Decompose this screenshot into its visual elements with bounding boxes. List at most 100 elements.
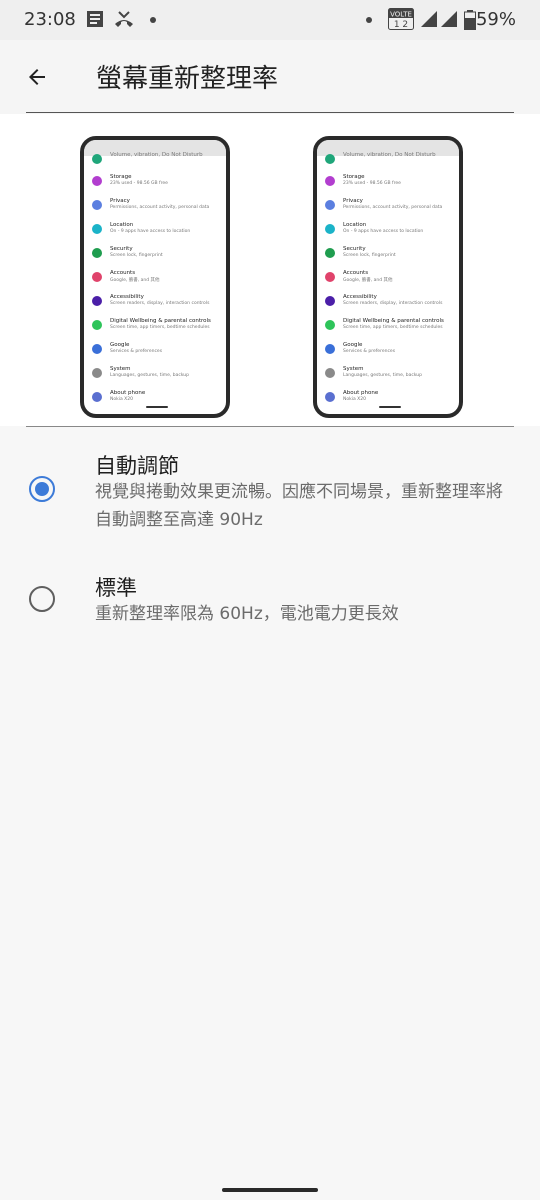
phone-settings-row: Security Screen lock, fingerprint (325, 246, 459, 266)
phone-settings-row: About phone Nokia X20 (325, 390, 459, 410)
settings-row-title: Privacy (343, 198, 363, 204)
settings-row-subtitle: Screen readers, display, interaction con… (110, 301, 210, 306)
settings-category-icon (325, 368, 335, 378)
volte-icon: VOLTE 1 2 (388, 8, 414, 34)
news-icon (86, 10, 104, 32)
dot-icon (366, 17, 372, 23)
phone-settings-row: Privacy Permissions, account activity, pe… (325, 198, 459, 218)
settings-row-title: System (110, 366, 131, 372)
settings-category-icon (325, 176, 335, 186)
settings-row-subtitle: Screen readers, display, interaction con… (343, 301, 443, 306)
phone-settings-row: Location On - 9 apps have access to locat… (92, 222, 226, 242)
settings-row-title: Location (110, 222, 134, 228)
settings-row-subtitle: Languages, gestures, time, backup (343, 373, 423, 378)
settings-row-title: Security (343, 246, 366, 252)
status-bar: 23:08 VOLTE 1 2 59% (0, 0, 540, 40)
radio-button-auto[interactable] (29, 476, 55, 502)
phone-settings-row: Storage 23% used - 98.56 GB free (92, 174, 226, 194)
settings-row-subtitle: 23% used - 98.56 GB free (343, 181, 401, 186)
settings-row-subtitle: Services & preferences (343, 349, 396, 354)
option-title: 標準 (95, 576, 137, 600)
settings-row-title: Volume, vibration, Do Not Disturb (343, 152, 436, 158)
phone-settings-row: Location On - 9 apps have access to locat… (325, 222, 459, 242)
settings-row-title: About phone (110, 390, 146, 396)
settings-row-subtitle: Screen lock, fingerprint (343, 253, 396, 258)
signal-icon (420, 10, 438, 32)
settings-row-title: Accounts (110, 270, 136, 276)
phone-settings-row: Security Screen lock, fingerprint (92, 246, 226, 266)
settings-category-icon (325, 320, 335, 330)
status-time: 23:08 (24, 9, 76, 30)
battery-icon (464, 10, 476, 34)
refresh-rate-preview: Volume, vibration, Do Not Disturb Storage… (0, 114, 540, 426)
settings-row-subtitle: Nokia X20 (110, 397, 133, 402)
phone-settings-row: Google Services & preferences (92, 342, 226, 362)
divider (26, 426, 514, 427)
settings-category-icon (325, 248, 335, 258)
option-description: 重新整理率限為 60Hz，電池電力更長效 (95, 604, 399, 624)
settings-row-title: System (343, 366, 364, 372)
settings-row-subtitle: Screen lock, fingerprint (110, 253, 163, 258)
settings-category-icon (325, 392, 335, 402)
arrow-back-icon (29, 69, 45, 85)
settings-category-icon (92, 176, 102, 186)
settings-row-subtitle: 23% used - 98.56 GB free (110, 181, 168, 186)
settings-category-icon (92, 368, 102, 378)
settings-row-subtitle: Permissions, account activity, personal … (110, 205, 210, 210)
radio-button-standard[interactable] (29, 586, 55, 612)
phone-settings-row: Accounts Google, 臉書, and 其他 (325, 270, 459, 290)
phone-settings-row: Google Services & preferences (325, 342, 459, 362)
option-title: 自動調節 (95, 454, 179, 478)
phone-settings-row: Digital Wellbeing & parental controls Scr… (92, 318, 226, 338)
settings-row-title: Google (343, 342, 363, 348)
settings-category-icon (92, 224, 102, 234)
phone-settings-row: System Languages, gestures, time, backup (92, 366, 226, 386)
home-indicator[interactable] (222, 1188, 318, 1192)
settings-category-icon (325, 154, 335, 164)
settings-row-title: Digital Wellbeing & parental controls (343, 318, 444, 324)
settings-row-title: About phone (343, 390, 379, 396)
settings-row-subtitle: On - 9 apps have access to location (110, 229, 191, 234)
settings-row-title: Security (110, 246, 133, 252)
settings-row-title: Storage (110, 174, 132, 180)
settings-row-title: Accessibility (110, 294, 144, 300)
option-description: 視覺與捲動效果更流暢。因應不同場景，重新整理率將自動調整至高達 90Hz (95, 482, 503, 530)
phone-settings-row: Privacy Permissions, account activity, pe… (92, 198, 226, 218)
settings-row-subtitle: Nokia X20 (343, 397, 366, 402)
settings-row-title: Privacy (110, 198, 130, 204)
phone-settings-row: Accessibility Screen readers, display, in… (325, 294, 459, 314)
settings-category-icon (325, 344, 335, 354)
settings-row-subtitle: Google, 臉書, and 其他 (110, 278, 160, 283)
settings-row-title: Volume, vibration, Do Not Disturb (110, 152, 203, 158)
phone-settings-row: Volume, vibration, Do Not Disturb (325, 152, 459, 172)
settings-row-title: Accounts (343, 270, 369, 276)
app-bar: 螢幕重新整理率 (0, 40, 540, 114)
settings-category-icon (92, 200, 102, 210)
phone-settings-row: Digital Wellbeing & parental controls Scr… (325, 318, 459, 338)
settings-row-subtitle: On - 9 apps have access to location (343, 229, 424, 234)
settings-category-icon (325, 224, 335, 234)
phone-settings-row: About phone Nokia X20 (92, 390, 226, 410)
settings-row-title: Location (343, 222, 367, 228)
phone-preview-right: Volume, vibration, Do Not Disturb Storage… (313, 136, 463, 418)
settings-row-subtitle: Screen time, app timers, bedtime schedul… (343, 325, 443, 330)
settings-row-title: Accessibility (343, 294, 377, 300)
option-auto[interactable]: 自動調節 視覺與捲動效果更流暢。因應不同場景，重新整理率將自動調整至高達 90H… (0, 440, 540, 550)
divider (26, 112, 514, 113)
settings-category-icon (325, 296, 335, 306)
settings-category-icon (92, 154, 102, 164)
settings-category-icon (92, 248, 102, 258)
settings-row-subtitle: Permissions, account activity, personal … (343, 205, 443, 210)
settings-row-subtitle: Services & preferences (110, 349, 163, 354)
settings-row-subtitle: Screen time, app timers, bedtime schedul… (110, 325, 210, 330)
option-standard[interactable]: 標準 重新整理率限為 60Hz，電池電力更長效 (0, 562, 540, 642)
settings-row-subtitle: Google, 臉書, and 其他 (343, 278, 393, 283)
settings-category-icon (92, 392, 102, 402)
phone-settings-row: System Languages, gestures, time, backup (325, 366, 459, 386)
settings-category-icon (92, 320, 102, 330)
back-button[interactable] (16, 56, 58, 98)
missed-call-icon (113, 10, 135, 32)
settings-category-icon (92, 344, 102, 354)
svg-text:VOLTE: VOLTE (390, 11, 412, 19)
settings-row-subtitle: Languages, gestures, time, backup (110, 373, 190, 378)
